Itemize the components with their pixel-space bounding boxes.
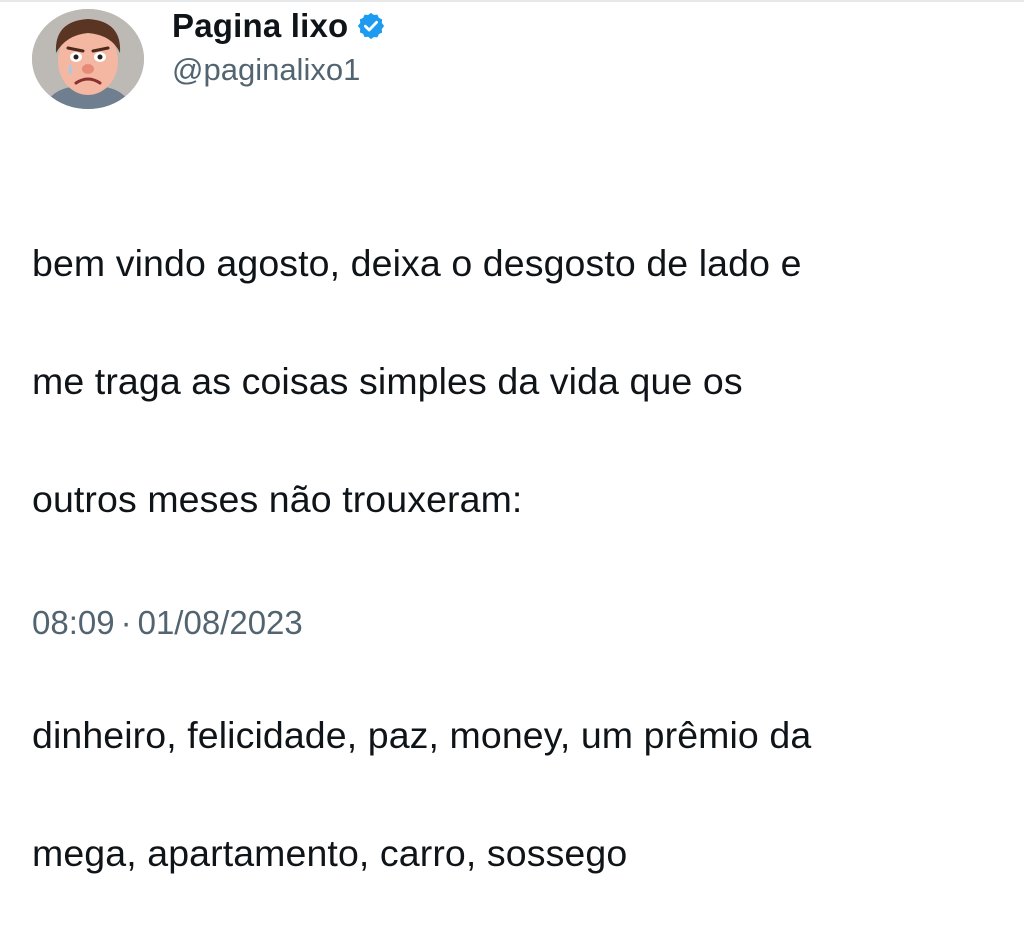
author-name-row: Pagina lixo xyxy=(172,4,386,48)
author-handle[interactable]: @paginalixo1 xyxy=(172,52,360,88)
tweet-text: bem vindo agosto, deixa o desgosto de la… xyxy=(32,175,992,942)
top-divider xyxy=(0,0,1024,2)
tweet-text-line: mega, apartamento, carro, sossego xyxy=(32,832,628,874)
verified-badge-icon[interactable] xyxy=(356,11,386,41)
tweet-text-line: dinheiro, felicidade, paz, money, um prê… xyxy=(32,714,812,756)
tweet-time: 08:09 xyxy=(32,604,115,641)
tweet-timestamp[interactable]: 08:09 · 01/08/2023 xyxy=(32,604,303,642)
tweet-text-line: bem vindo agosto, deixa o desgosto de la… xyxy=(32,242,802,284)
tweet-date: 01/08/2023 xyxy=(137,604,303,641)
cartoon-face-avatar-icon xyxy=(32,9,144,109)
meta-separator: · xyxy=(120,604,132,641)
avatar[interactable] xyxy=(32,9,144,109)
tweet-text-line: outros meses não trouxeram: xyxy=(32,478,523,520)
author-display-name[interactable]: Pagina lixo xyxy=(172,7,348,45)
tweet-text-line: me traga as coisas simples da vida que o… xyxy=(32,360,743,402)
